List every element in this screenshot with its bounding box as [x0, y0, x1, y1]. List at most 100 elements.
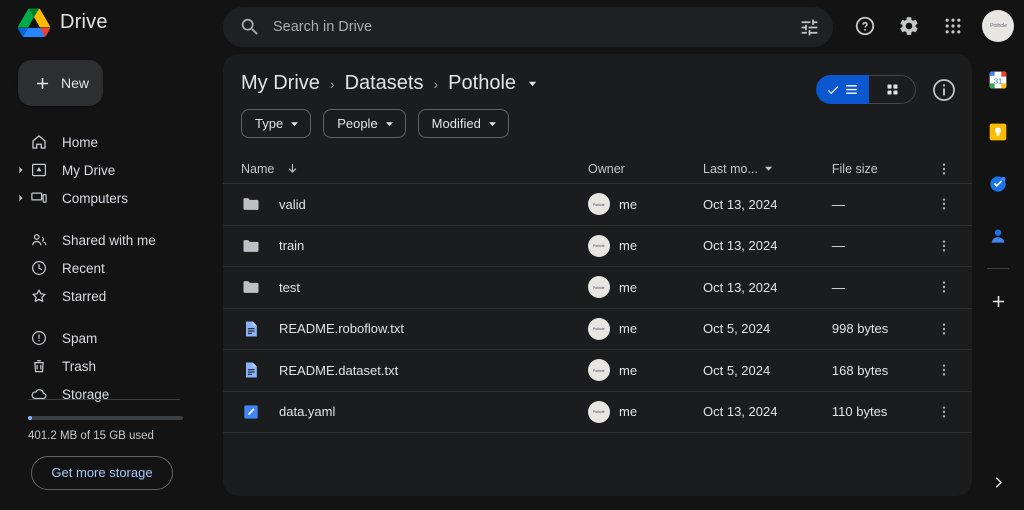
cell-file-size: —	[831, 196, 845, 212]
row-actions-button[interactable]	[936, 404, 954, 420]
breadcrumb-item-pothole[interactable]: Pothole	[448, 72, 516, 95]
more-vertical-icon[interactable]	[936, 321, 952, 337]
more-vertical-icon[interactable]	[936, 404, 952, 420]
sidebar-item-shared-with-me[interactable]: Shared with me	[0, 226, 215, 254]
table-row[interactable]: data.yaml Pothole me Oct 13, 2024 110 bytes	[223, 392, 972, 433]
column-header-file-size[interactable]: File size	[832, 162, 936, 176]
owner-name: me	[619, 196, 638, 212]
google-contacts-button[interactable]	[972, 210, 1024, 262]
help-button[interactable]	[846, 7, 884, 45]
owner-name: me	[619, 362, 638, 378]
grid-view-icon	[887, 84, 897, 95]
cell-file-size: —	[831, 238, 845, 254]
more-vertical-icon[interactable]	[936, 362, 952, 378]
brand[interactable]: Drive	[18, 8, 108, 37]
filter-chip-type[interactable]: Type	[241, 109, 312, 138]
people-icon	[32, 234, 47, 246]
row-actions-button[interactable]	[936, 321, 954, 337]
google-calendar-button[interactable]: 31	[972, 54, 1024, 106]
table-body: valid Pothole me Oct 13, 2024 — train Pothole m…	[223, 184, 972, 433]
sidebar-item-spam[interactable]: Spam	[0, 324, 215, 352]
nav-divider-gap	[0, 310, 215, 324]
sidebar-item-label: Recent	[62, 260, 105, 276]
sidebar-item-home[interactable]: Home	[0, 128, 215, 156]
sidebar-item-my-drive[interactable]: My Drive	[0, 156, 215, 184]
more-vertical-icon	[942, 162, 946, 175]
file-name: data.yaml	[279, 404, 336, 420]
cell-owner: Pothole me	[588, 276, 703, 299]
expand-panel-button[interactable]	[972, 464, 1024, 500]
breadcrumb-item-my-drive[interactable]: My Drive	[241, 72, 320, 95]
owner-name: me	[619, 321, 638, 337]
sidebar-item-label: Trash	[62, 358, 97, 374]
owner-name: me	[619, 279, 638, 295]
file-name: train	[279, 238, 305, 254]
column-header-modified[interactable]: Last mo...	[703, 162, 832, 176]
sidebar-item-label: Shared with me	[62, 232, 156, 248]
divider	[987, 268, 1009, 269]
chevron-right-icon	[19, 166, 23, 174]
table-row[interactable]: README.dataset.txt Pothole me Oct 5, 2024 16…	[223, 350, 972, 392]
row-actions-button[interactable]	[936, 238, 954, 254]
chevron-down-icon[interactable]	[528, 79, 537, 88]
details-info-button[interactable]	[930, 76, 958, 104]
top-bar: Drive Search in Drive Pothole	[0, 0, 1024, 54]
filter-chip-people[interactable]: People	[323, 109, 406, 138]
list-view-button[interactable]	[816, 75, 869, 104]
column-header-name[interactable]: Name	[241, 162, 588, 176]
search-input[interactable]	[273, 19, 789, 35]
avatar[interactable]: Pothole	[982, 10, 1014, 42]
sidebar-item-label: Starred	[62, 288, 107, 304]
table-row[interactable]: valid Pothole me Oct 13, 2024 —	[223, 184, 972, 226]
sidebar-item-recent[interactable]: Recent	[0, 254, 215, 282]
chevron-down-icon	[488, 121, 496, 126]
home-icon	[32, 135, 46, 149]
google-keep-button[interactable]	[972, 106, 1024, 158]
sidebar-item-label: Spam	[62, 330, 98, 346]
google-apps-button[interactable]	[934, 7, 972, 45]
cell-modified: Oct 13, 2024	[703, 196, 778, 212]
file-name: README.roboflow.txt	[279, 321, 404, 337]
storage-progress-bar	[28, 416, 183, 420]
top-actions: Pothole	[846, 7, 1014, 45]
right-side-rail: 31	[972, 54, 1024, 510]
grid-view-button[interactable]	[869, 75, 916, 104]
more-vertical-icon[interactable]	[936, 279, 952, 295]
row-actions-button[interactable]	[936, 196, 954, 212]
sidebar-item-trash[interactable]: Trash	[0, 352, 215, 380]
folder-icon	[243, 239, 259, 252]
new-button[interactable]: New	[18, 60, 103, 106]
text-file-icon	[246, 321, 257, 337]
breadcrumb-item-datasets[interactable]: Datasets	[345, 72, 424, 95]
get-more-storage-button[interactable]: Get more storage	[31, 455, 173, 490]
cell-modified: Oct 13, 2024	[703, 238, 778, 254]
main-content-panel: My Drive › Datasets › Pothole Type Peopl…	[223, 54, 972, 496]
search-options-button[interactable]	[789, 7, 829, 47]
settings-button[interactable]	[890, 7, 928, 45]
sidebar-item-computers[interactable]: Computers	[0, 184, 215, 212]
column-header-owner[interactable]: Owner	[588, 162, 703, 176]
chevron-down-icon	[291, 121, 299, 126]
column-header-actions[interactable]	[936, 161, 954, 177]
google-tasks-button[interactable]	[972, 158, 1024, 210]
owner-avatar: Pothole	[588, 193, 610, 216]
sidebar-item-starred[interactable]: Starred	[0, 282, 215, 310]
row-actions-button[interactable]	[936, 362, 954, 378]
sidebar-nav: Home My Drive Computers Shared with me R…	[0, 128, 215, 408]
trash-icon	[34, 360, 44, 373]
view-toggle	[816, 75, 916, 104]
my-drive-icon	[32, 163, 46, 177]
more-vertical-icon[interactable]	[936, 238, 952, 254]
new-button-label: New	[61, 75, 90, 91]
add-app-button[interactable]	[972, 275, 1024, 327]
table-row[interactable]: train Pothole me Oct 13, 2024 —	[223, 226, 972, 267]
table-row[interactable]: test Pothole me Oct 13, 2024 —	[223, 267, 972, 309]
table-row[interactable]: README.roboflow.txt Pothole me Oct 5, 2024 9…	[223, 309, 972, 350]
search-bar[interactable]	[223, 7, 833, 47]
filter-chip-modified[interactable]: Modified	[417, 109, 509, 138]
yaml-file-icon	[244, 405, 258, 419]
owner-name: me	[619, 404, 638, 420]
row-actions-button[interactable]	[936, 279, 954, 295]
owner-avatar: Pothole	[588, 400, 610, 423]
more-vertical-icon[interactable]	[936, 196, 952, 212]
